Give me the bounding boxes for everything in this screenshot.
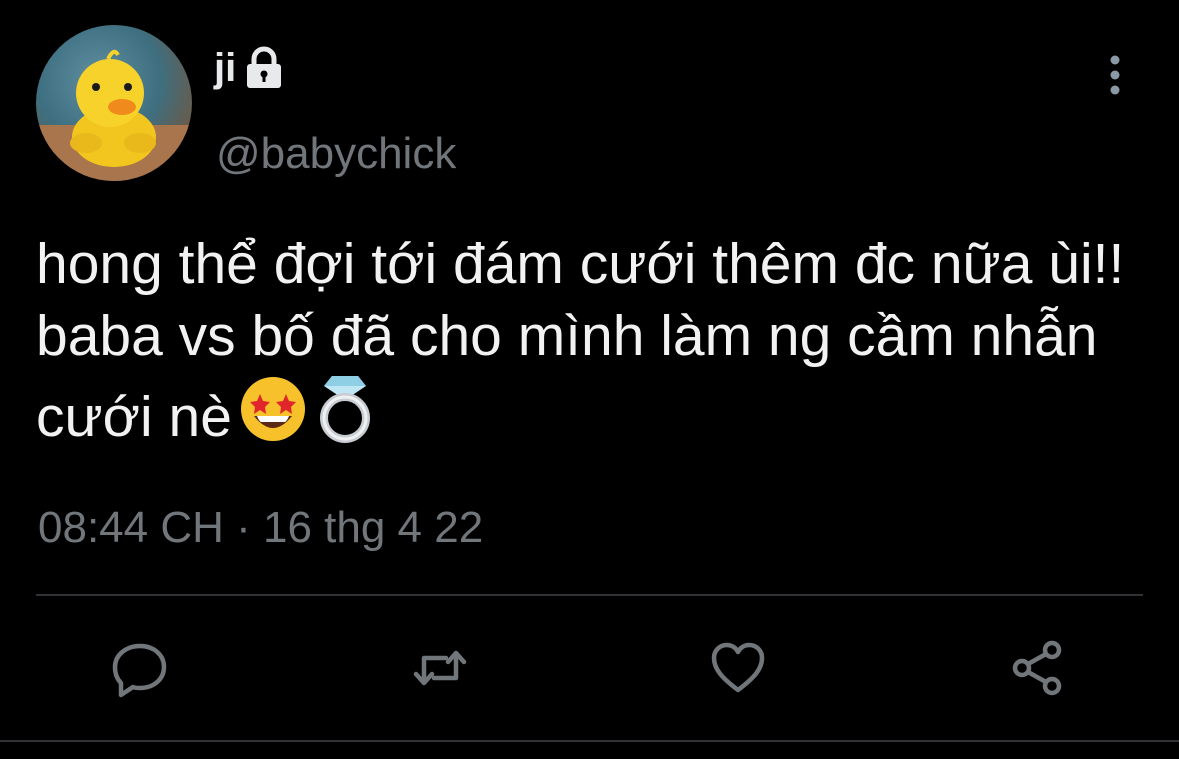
reply-button[interactable] [104,632,176,704]
lock-icon [242,46,286,90]
ring-emoji [314,372,376,461]
tweet-timestamp[interactable]: 08:44 CH · 16 thg 4 22 [38,502,483,554]
share-icon [1012,640,1062,696]
action-bar [0,632,1179,704]
star-struck-emoji [238,374,308,461]
divider [36,594,1143,596]
display-name-text: ji [214,46,237,90]
share-button[interactable] [1002,632,1074,704]
retweet-button[interactable] [404,632,476,704]
divider [0,740,1179,742]
tweet-body: hong thể đợi tới đám cưới thêm đc nữa ùi… [36,228,1146,461]
more-vertical-icon[interactable] [1098,52,1132,98]
heart-icon [711,642,765,693]
duck-avatar-image [36,49,192,181]
like-button[interactable] [702,632,774,704]
avatar[interactable] [36,25,192,181]
display-name[interactable]: ji [214,38,286,98]
reply-icon [112,643,167,698]
user-handle[interactable]: @babychick [216,128,456,180]
retweet-icon [413,650,467,686]
tweet-text: hong thể đợi tới đám cưới thêm đc nữa ùi… [36,232,1141,449]
